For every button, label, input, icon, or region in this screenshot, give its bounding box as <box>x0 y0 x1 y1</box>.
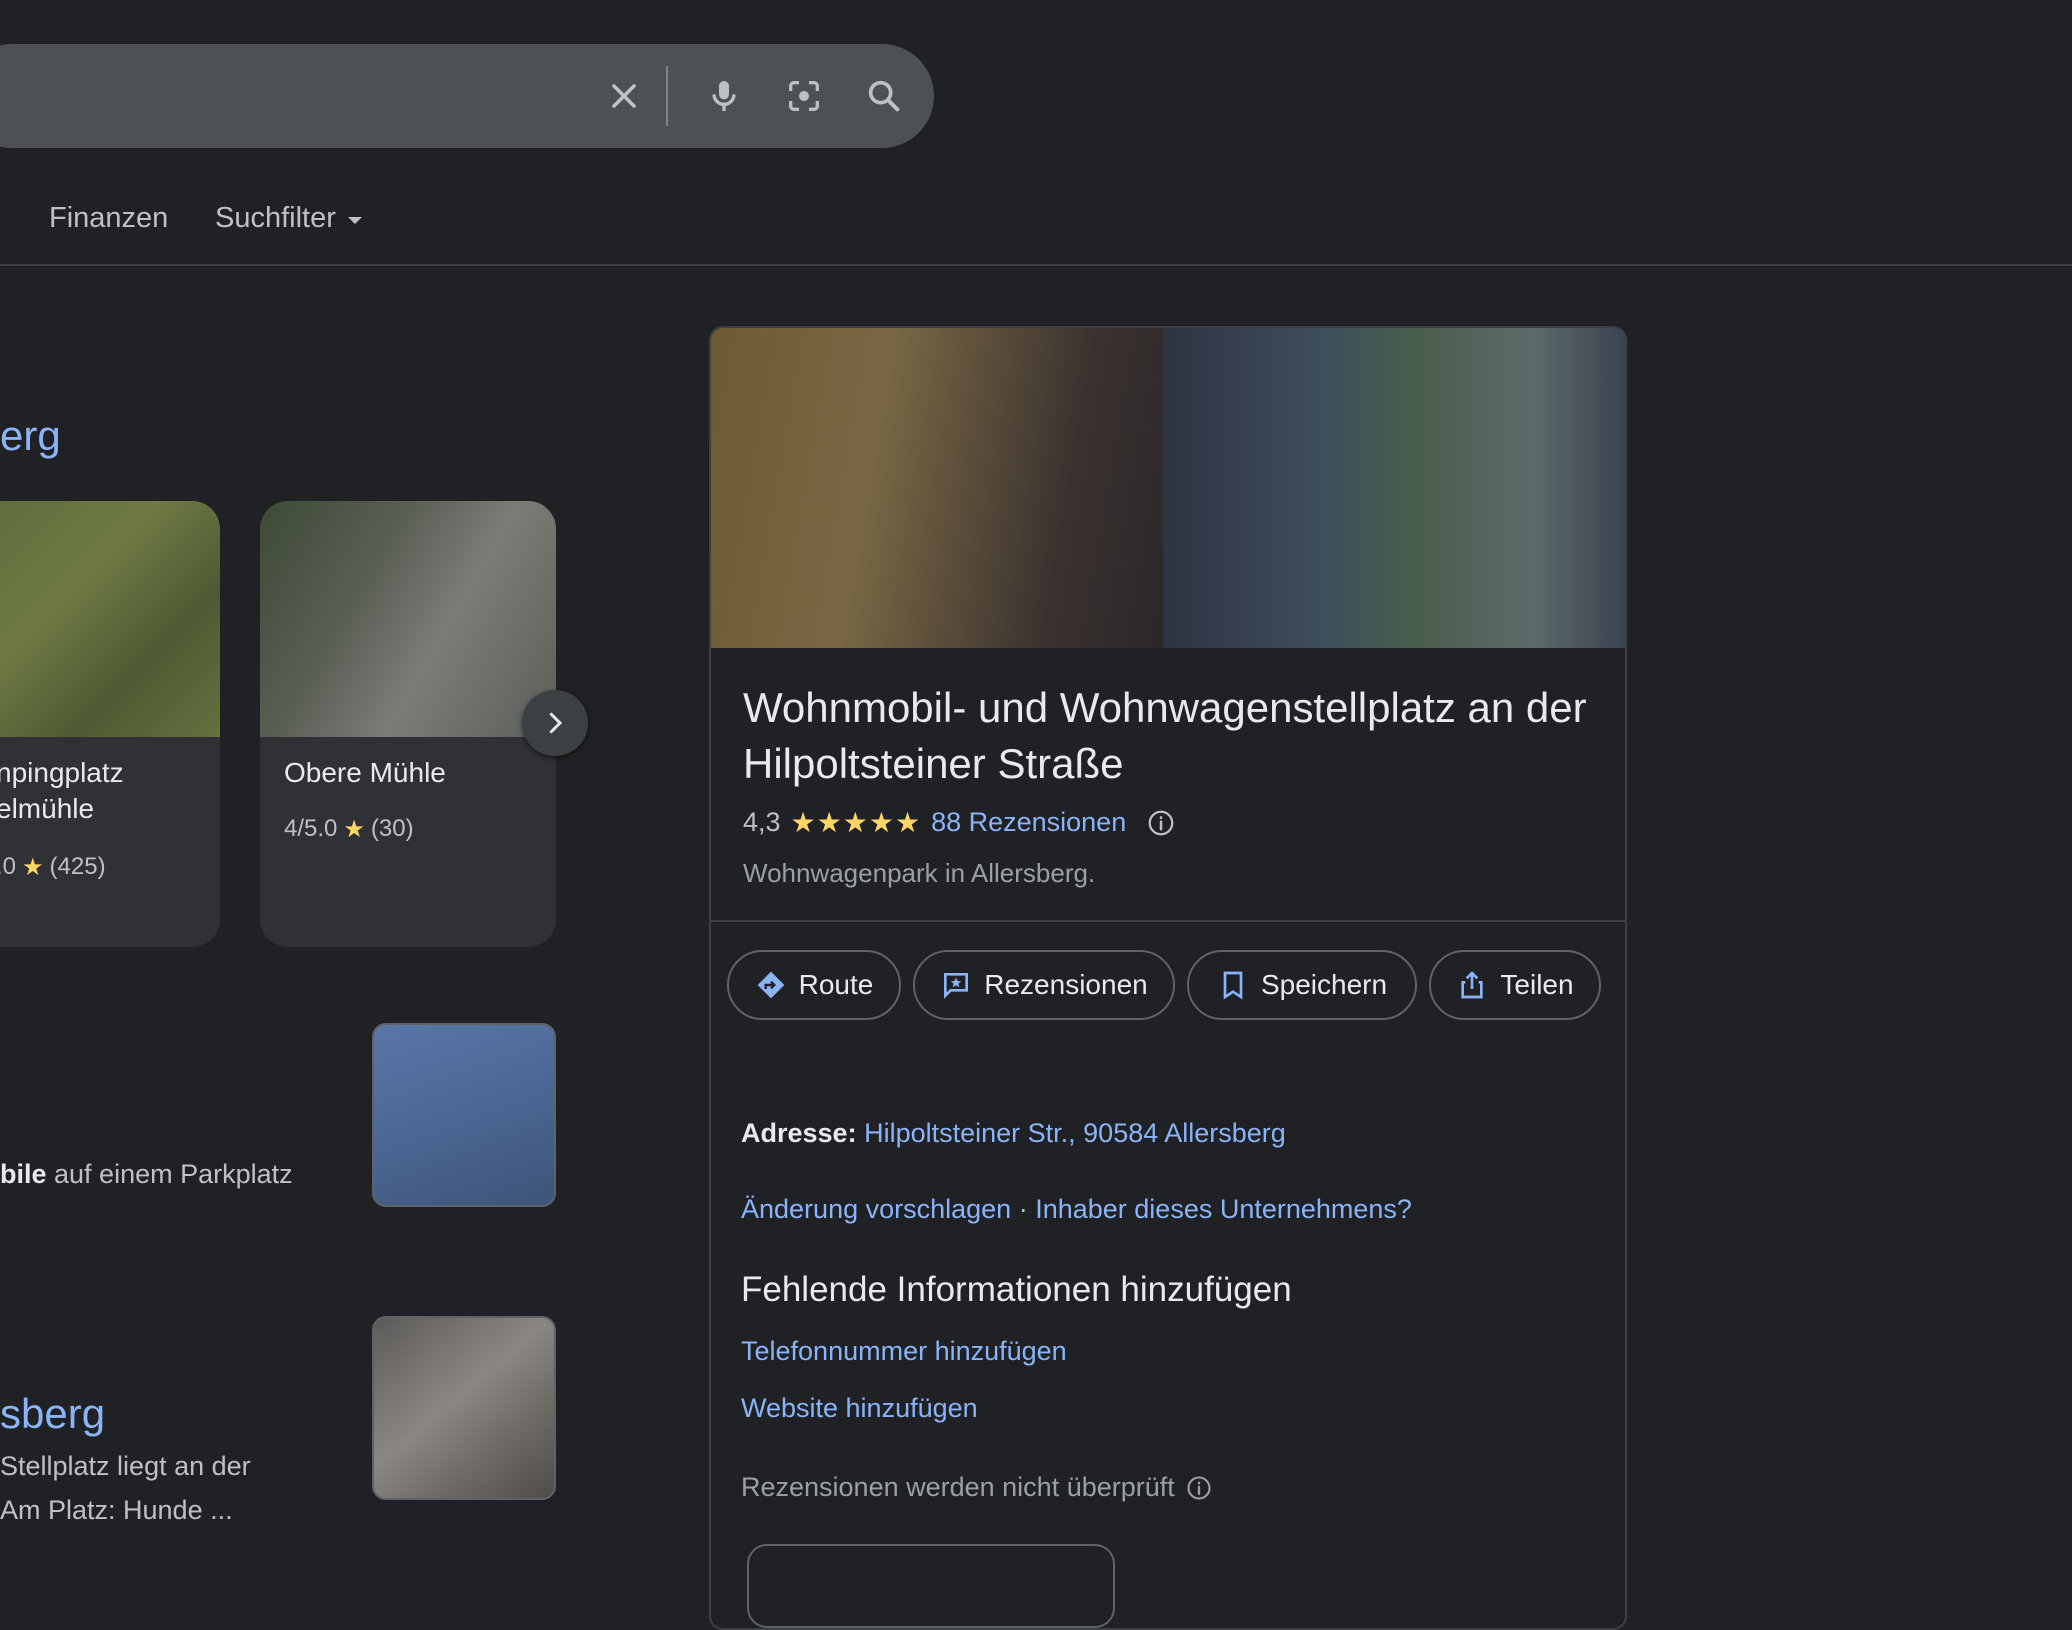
share-icon <box>1461 971 1484 999</box>
save-button-label: Speichern <box>1260 969 1388 1000</box>
result-2-snippet: Stellplatz liegt an der Am Platz: Hunde … <box>0 1444 251 1532</box>
place-card-2-image <box>260 501 556 737</box>
tabs-divider <box>0 264 2072 266</box>
suggest-edit-link[interactable]: Änderung vorschlagen <box>741 1194 1011 1224</box>
edit-links: Änderung vorschlagen · Inhaber dieses Un… <box>741 1194 1412 1225</box>
place-card-2-title: Obere Mühle <box>284 757 446 788</box>
result-1-snippet: bile auf einem Parkplatz <box>0 1152 293 1196</box>
place-card-1-rating: .0 ★ (425) <box>0 853 106 882</box>
place-card-2-review-count: (30) <box>370 815 414 842</box>
microphone-icon[interactable] <box>698 70 750 122</box>
place-card-2[interactable]: Obere Mühle 4/5.0 ★ (30) <box>260 501 556 947</box>
chevron-right-icon <box>549 712 563 734</box>
rating-value: 4,3 <box>743 807 781 837</box>
place-card-1-title: npingplatz elmühle <box>0 755 124 827</box>
place-card-1-image <box>0 501 220 737</box>
place-card-1-title-line2: elmühle <box>0 793 95 824</box>
missing-info-heading: Fehlende Informationen hinzufügen <box>741 1270 1292 1309</box>
result-1-snippet-text: auf einem Parkplatz <box>46 1159 293 1189</box>
search-divider <box>666 66 668 126</box>
save-button[interactable]: Speichern <box>1187 950 1417 1020</box>
route-button[interactable]: Route <box>727 950 901 1020</box>
place-title: Wohnmobil- und Wohnwagenstellplatz an de… <box>743 684 1587 787</box>
address-label: Adresse: <box>741 1118 857 1148</box>
route-button-label: Route <box>798 969 874 1000</box>
share-button[interactable]: Teilen <box>1429 950 1601 1020</box>
result-2-title[interactable]: sberg <box>0 1390 105 1438</box>
panel-divider <box>711 920 1625 922</box>
reviews-button-label: Rezensionen <box>984 969 1148 1000</box>
place-rating-row: 4,3 ★★★★★ 88 Rezensionen <box>743 806 1176 839</box>
carousel-next-button[interactable] <box>522 690 588 756</box>
search-icon[interactable] <box>858 70 910 122</box>
directions-icon <box>757 971 784 999</box>
reviews-note: Rezensionen werden nicht überprüft <box>741 1472 1213 1503</box>
caret-down-icon <box>347 217 362 224</box>
write-review-button[interactable] <box>747 1544 1115 1628</box>
rating-stars: ★★★★★ <box>790 807 922 838</box>
tab-search-filter[interactable]: Suchfilter <box>215 202 362 235</box>
owner-link[interactable]: Inhaber dieses Unternehmens? <box>1035 1194 1412 1224</box>
clear-icon[interactable] <box>598 70 650 122</box>
lens-camera-icon[interactable] <box>778 70 830 122</box>
tab-finance[interactable]: Finanzen <box>49 202 168 235</box>
address-row: Adresse: Hilpoltsteiner Str., 90584 Alle… <box>741 1118 1286 1149</box>
place-card-1-title-line1: npingplatz <box>0 757 124 788</box>
place-card-2-rating-value: 4/5.0 <box>284 815 338 842</box>
result-1-snippet-bold: bile <box>0 1159 47 1189</box>
place-card-1[interactable]: npingplatz elmühle .0 ★ (425) <box>0 501 220 947</box>
place-category: Wohnwagenpark in Allersberg. <box>743 858 1096 888</box>
reviews-button[interactable]: Rezensionen <box>913 950 1175 1020</box>
review-icon <box>944 973 969 999</box>
result-2-thumbnail[interactable] <box>372 1316 556 1500</box>
star-icon: ★ <box>22 854 44 881</box>
star-icon: ★ <box>343 816 365 843</box>
info-icon[interactable] <box>1146 808 1176 838</box>
place-photo-right <box>1163 328 1625 648</box>
place-card-1-rating-value: .0 <box>0 853 17 880</box>
share-button-label: Teilen <box>1500 969 1574 1000</box>
info-icon[interactable] <box>1185 1474 1213 1502</box>
place-photo-left <box>711 328 1171 648</box>
place-card-1-review-count: (425) <box>49 853 106 880</box>
tab-search-filter-label: Suchfilter <box>215 202 336 234</box>
result-2-snippet-line2: Am Platz: Hunde ... <box>0 1495 233 1525</box>
place-card-2-rating: 4/5.0 ★ (30) <box>284 815 414 844</box>
add-website-link[interactable]: Website hinzufügen <box>741 1393 978 1424</box>
add-phone-link[interactable]: Telefonnummer hinzufügen <box>741 1336 1067 1367</box>
link-separator: · <box>1018 1194 1028 1224</box>
reviews-link[interactable]: 88 Rezensionen <box>931 807 1126 838</box>
reviews-note-text: Rezensionen werden nicht überprüft <box>741 1472 1175 1502</box>
knowledge-panel: Wohnmobil- und Wohnwagenstellplatz an de… <box>709 326 1627 1630</box>
place-photo[interactable] <box>711 328 1625 648</box>
result-heading-fragment[interactable]: erg <box>0 412 61 460</box>
address-link[interactable]: Hilpoltsteiner Str., 90584 Allersberg <box>864 1118 1286 1148</box>
bookmark-icon <box>1223 971 1243 1000</box>
result-1-thumbnail[interactable] <box>372 1023 556 1207</box>
result-2-snippet-line1: Stellplatz liegt an der <box>0 1451 251 1481</box>
search-bar[interactable] <box>0 44 934 148</box>
